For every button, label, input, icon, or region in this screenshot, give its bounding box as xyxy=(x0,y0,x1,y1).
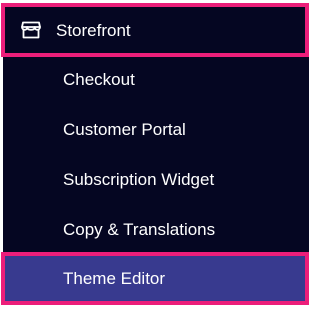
storefront-icon xyxy=(20,20,42,40)
nav-section-storefront[interactable]: Storefront xyxy=(1,3,309,57)
nav-item-customer-portal[interactable]: Customer Portal xyxy=(63,121,186,138)
nav-item-subscription-widget[interactable]: Subscription Widget xyxy=(63,171,214,188)
storefront-nav: Storefront Checkout Customer Portal Subs… xyxy=(0,0,317,309)
nav-item-label: Theme Editor xyxy=(63,269,166,288)
nav-item-copy-translations[interactable]: Copy & Translations xyxy=(63,221,215,238)
nav-item-theme-editor[interactable]: Theme Editor xyxy=(1,252,309,305)
nav-item-checkout[interactable]: Checkout xyxy=(63,71,135,88)
nav-section-label: Storefront xyxy=(56,20,131,40)
